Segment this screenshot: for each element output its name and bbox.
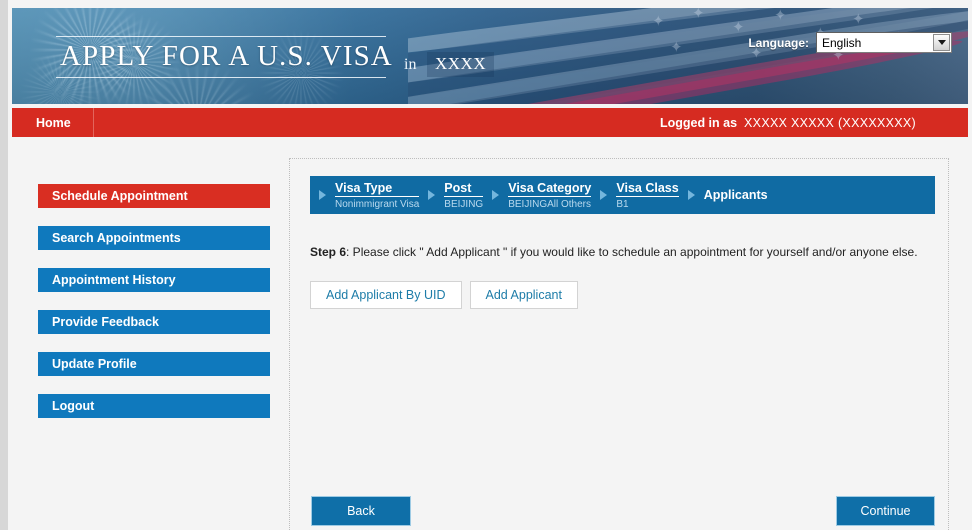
title-rule-bottom (56, 77, 386, 78)
language-label: Language: (748, 35, 809, 50)
arrow-right-icon (428, 190, 436, 200)
arrow-right-icon (492, 190, 500, 200)
back-button[interactable]: Back (311, 496, 411, 526)
screen: ✦ ✦ ✦ ✦ ✦ ✦ ✦ ✦ ✦ ✦ APPLY FOR A U.S. VIS… (0, 0, 972, 530)
arrow-right-icon (319, 190, 326, 200)
site-title: APPLY FOR A U.S. VISA (60, 40, 393, 72)
breadcrumb-step-title: Visa Category (508, 180, 592, 197)
sidebar-item-provide-feedback[interactable]: Provide Feedback (38, 310, 270, 334)
breadcrumb-step-visa-class[interactable]: Visa Class B1 (616, 180, 679, 210)
continue-button[interactable]: Continue (836, 496, 935, 526)
banner-location: XXXX (427, 52, 495, 77)
main-navbar: Home Logged in as XXXXX XXXXX (XXXXXXXX) (12, 108, 968, 137)
arrow-right-icon (600, 190, 608, 200)
banner-in-word: in (404, 56, 417, 73)
arrow-right-icon (687, 190, 695, 200)
banner-title-block: APPLY FOR A U.S. VISA (56, 36, 397, 78)
nav-item-home[interactable]: Home (12, 108, 94, 137)
logged-in-label: Logged in as (659, 115, 738, 130)
breadcrumb-step-visa-category[interactable]: Visa Category BEIJINGAll Others (508, 180, 592, 210)
add-applicant-button[interactable]: Add Applicant (469, 281, 578, 309)
step-instruction-text: : Please click " Add Applicant " if you … (346, 245, 918, 259)
breadcrumb-step-applicants: Applicants (704, 188, 768, 203)
language-selected-value: English (822, 35, 862, 50)
sidebar-item-schedule-appointment[interactable]: Schedule Appointment (38, 184, 270, 208)
sidebar-item-logout[interactable]: Logout (38, 394, 270, 418)
logged-in-username: XXXXX XXXXX (XXXXXXXX) (744, 115, 916, 130)
add-applicant-by-uid-button[interactable]: Add Applicant By UID (310, 281, 462, 309)
breadcrumb-step-visa-type[interactable]: Visa Type Nonimmigrant Visa (335, 181, 420, 210)
applicant-actions: Add Applicant By UID Add Applicant (310, 281, 578, 309)
breadcrumb-step-title: Visa Type (335, 181, 420, 197)
breadcrumb-step-value: Nonimmigrant Visa (335, 198, 420, 210)
breadcrumb-step-value: B1 (616, 198, 629, 210)
step-number-label: Step 6 (310, 245, 347, 259)
breadcrumb-step-title: Applicants (703, 187, 768, 202)
language-select[interactable]: English (816, 32, 952, 53)
language-selector[interactable]: Language: English (748, 32, 952, 53)
breadcrumb-step-post[interactable]: Post BEIJING (444, 181, 484, 210)
content-panel: Visa Type Nonimmigrant Visa Post BEIJING… (289, 158, 949, 530)
sidebar-item-search-appointments[interactable]: Search Appointments (38, 226, 270, 250)
breadcrumb-step-value: BEIJINGAll Others (508, 198, 592, 210)
step-instruction: Step 6: Please click " Add Applicant " i… (310, 244, 940, 261)
sidebar-nav: Schedule Appointment Search Appointments… (38, 184, 270, 436)
sidebar-item-update-profile[interactable]: Update Profile (38, 352, 270, 376)
breadcrumb-step-title: Visa Class (616, 180, 679, 197)
sidebar-item-appointment-history[interactable]: Appointment History (38, 268, 270, 292)
site-header-banner: ✦ ✦ ✦ ✦ ✦ ✦ ✦ ✦ ✦ ✦ APPLY FOR A U.S. VIS… (12, 8, 968, 104)
logged-in-status: Logged in as XXXXX XXXXX (XXXXXXXX) (660, 108, 916, 137)
breadcrumb-step-value: BEIJING (444, 198, 484, 210)
breadcrumb: Visa Type Nonimmigrant Visa Post BEIJING… (310, 176, 935, 214)
breadcrumb-step-title: Post (444, 181, 484, 197)
page-sheet: ✦ ✦ ✦ ✦ ✦ ✦ ✦ ✦ ✦ ✦ APPLY FOR A U.S. VIS… (8, 0, 972, 530)
chevron-down-icon[interactable] (933, 34, 950, 51)
